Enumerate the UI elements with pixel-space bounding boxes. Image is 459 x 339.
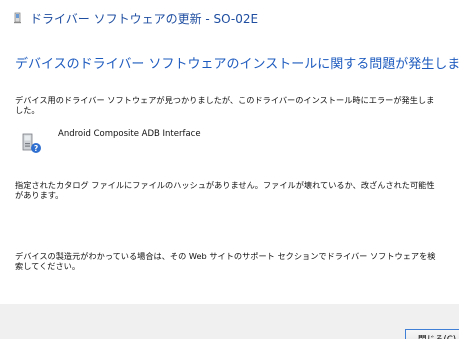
window-title: ドライバー ソフトウェアの更新 - SO-02E (30, 12, 259, 26)
driver-update-dialog: ドライバー ソフトウェアの更新 - SO-02E デバイスのドライバー ソフトウ… (0, 0, 459, 339)
close-button[interactable]: 閉じる(C) (405, 329, 459, 339)
svg-text:?: ? (34, 144, 38, 153)
support-hint: デバイスの製造元がわかっている場合は、その Web サイトのサポート セクション… (15, 251, 436, 271)
device-manager-icon (14, 12, 21, 24)
device-name: Android Composite ADB Interface (58, 129, 201, 139)
error-detail: 指定されたカタログ ファイルにファイルのハッシュがありません。ファイルが壊れてい… (15, 180, 435, 200)
error-heading: デバイスのドライバー ソフトウェアのインストールに関する問題が発生しました。 (15, 57, 459, 72)
dialog-footer (0, 304, 459, 339)
device-question-icon: ? (22, 133, 41, 153)
error-description: デバイス用のドライバー ソフトウェアが見つかりましたが、このドライバーのインスト… (15, 95, 435, 115)
title-bar: ドライバー ソフトウェアの更新 - SO-02E (0, 0, 459, 36)
